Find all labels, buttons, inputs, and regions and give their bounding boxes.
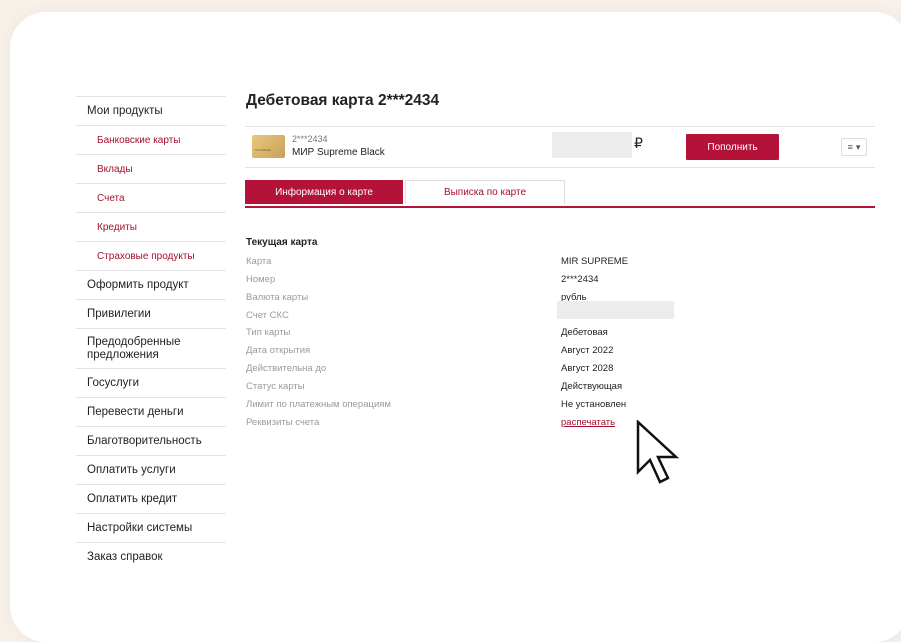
info-row-open-date: Дата открытия Август 2022	[246, 345, 666, 361]
card-tabs: Информация о карте Выписка по карте	[245, 180, 875, 208]
info-label: Дата открытия	[246, 345, 311, 356]
section-title: Текущая карта	[246, 237, 318, 248]
tab-card-statement[interactable]: Выписка по карте	[405, 180, 565, 204]
card-thumbnail-icon: SUPREME	[252, 135, 285, 158]
mouse-cursor-icon	[636, 420, 680, 484]
sidebar-item-system-settings[interactable]: Настройки системы	[76, 513, 226, 542]
info-value: 2***2434	[561, 274, 599, 285]
sidebar-item-credits[interactable]: Кредиты	[76, 212, 226, 241]
info-value: Не установлен	[561, 399, 627, 410]
sidebar-item-pay-services[interactable]: Оплатить услуги	[76, 455, 226, 484]
actions-menu-button[interactable]: ≡ ▾	[841, 138, 867, 156]
info-row-card-type: Тип карты Дебетовая	[246, 327, 666, 343]
info-row-requisites: Реквизиты счета распечатать	[246, 417, 666, 433]
sidebar-item-privileges[interactable]: Привилегии	[76, 299, 226, 328]
product-number: 2***2434	[292, 134, 328, 144]
sidebar-item-order-certificates[interactable]: Заказ справок	[76, 542, 226, 571]
product-summary-row: SUPREME 2***2434 МИР Supreme Black ₽ Поп…	[245, 126, 875, 168]
product-name: МИР Supreme Black	[292, 147, 385, 158]
sidebar-item-apply-product[interactable]: Оформить продукт	[76, 270, 226, 299]
ruble-icon: ₽	[634, 135, 643, 151]
sidebar-item-accounts[interactable]: Счета	[76, 183, 226, 212]
chevron-down-icon: ▾	[855, 141, 861, 152]
info-label: Номер	[246, 274, 276, 285]
sidebar-item-charity[interactable]: Благотворительность	[76, 426, 226, 455]
info-value: Август 2022	[561, 345, 614, 356]
sidebar-item-gosuslugi[interactable]: Госуслуги	[76, 368, 226, 397]
page-title: Дебетовая карта 2***2434	[246, 92, 440, 109]
print-requisites-link[interactable]: распечатать	[561, 417, 615, 428]
info-value: Действующая	[561, 381, 623, 392]
info-row-sks-account: Счет СКС	[246, 301, 674, 326]
info-label: Валюта карты	[246, 292, 309, 303]
tab-card-info[interactable]: Информация о карте	[245, 180, 403, 204]
info-label: Лимит по платежным операциям	[246, 399, 391, 410]
sidebar-item-preapproved-offers[interactable]: Предодобренные предложения	[76, 328, 226, 368]
info-label: Действительна до	[246, 363, 327, 374]
sidebar-nav: Мои продукты Банковские карты Вклады Сче…	[76, 96, 226, 571]
sidebar-item-insurance[interactable]: Страховые продукты	[76, 241, 226, 270]
info-label: Карта	[246, 256, 272, 267]
info-row-number: Номер 2***2434	[246, 274, 666, 290]
info-value: Дебетовая	[561, 327, 608, 338]
info-label: Счет СКС	[246, 310, 289, 321]
sidebar-item-pay-credit[interactable]: Оплатить кредит	[76, 484, 226, 513]
sidebar-item-my-products[interactable]: Мои продукты	[76, 96, 226, 125]
topup-button[interactable]: Пополнить	[686, 134, 779, 160]
info-label: Реквизиты счета	[246, 417, 320, 428]
list-icon: ≡	[847, 142, 853, 152]
info-label: Тип карты	[246, 327, 291, 338]
account-hidden	[557, 301, 674, 319]
sidebar-item-bank-cards[interactable]: Банковские карты	[76, 125, 226, 154]
sidebar-item-deposits[interactable]: Вклады	[76, 154, 226, 183]
card-thumbnail-text: SUPREME	[255, 148, 272, 152]
info-label: Статус карты	[246, 381, 305, 392]
info-row-valid-until: Действительна до Август 2028	[246, 363, 666, 379]
info-row-status: Статус карты Действующая	[246, 381, 666, 397]
info-row-card: Карта MIR SUPREME	[246, 256, 666, 272]
info-value: Август 2028	[561, 363, 614, 374]
info-row-limit: Лимит по платежным операциям Не установл…	[246, 399, 666, 415]
sidebar-item-transfer-money[interactable]: Перевести деньги	[76, 397, 226, 426]
info-value: MIR SUPREME	[561, 256, 629, 267]
balance-hidden	[552, 132, 632, 158]
